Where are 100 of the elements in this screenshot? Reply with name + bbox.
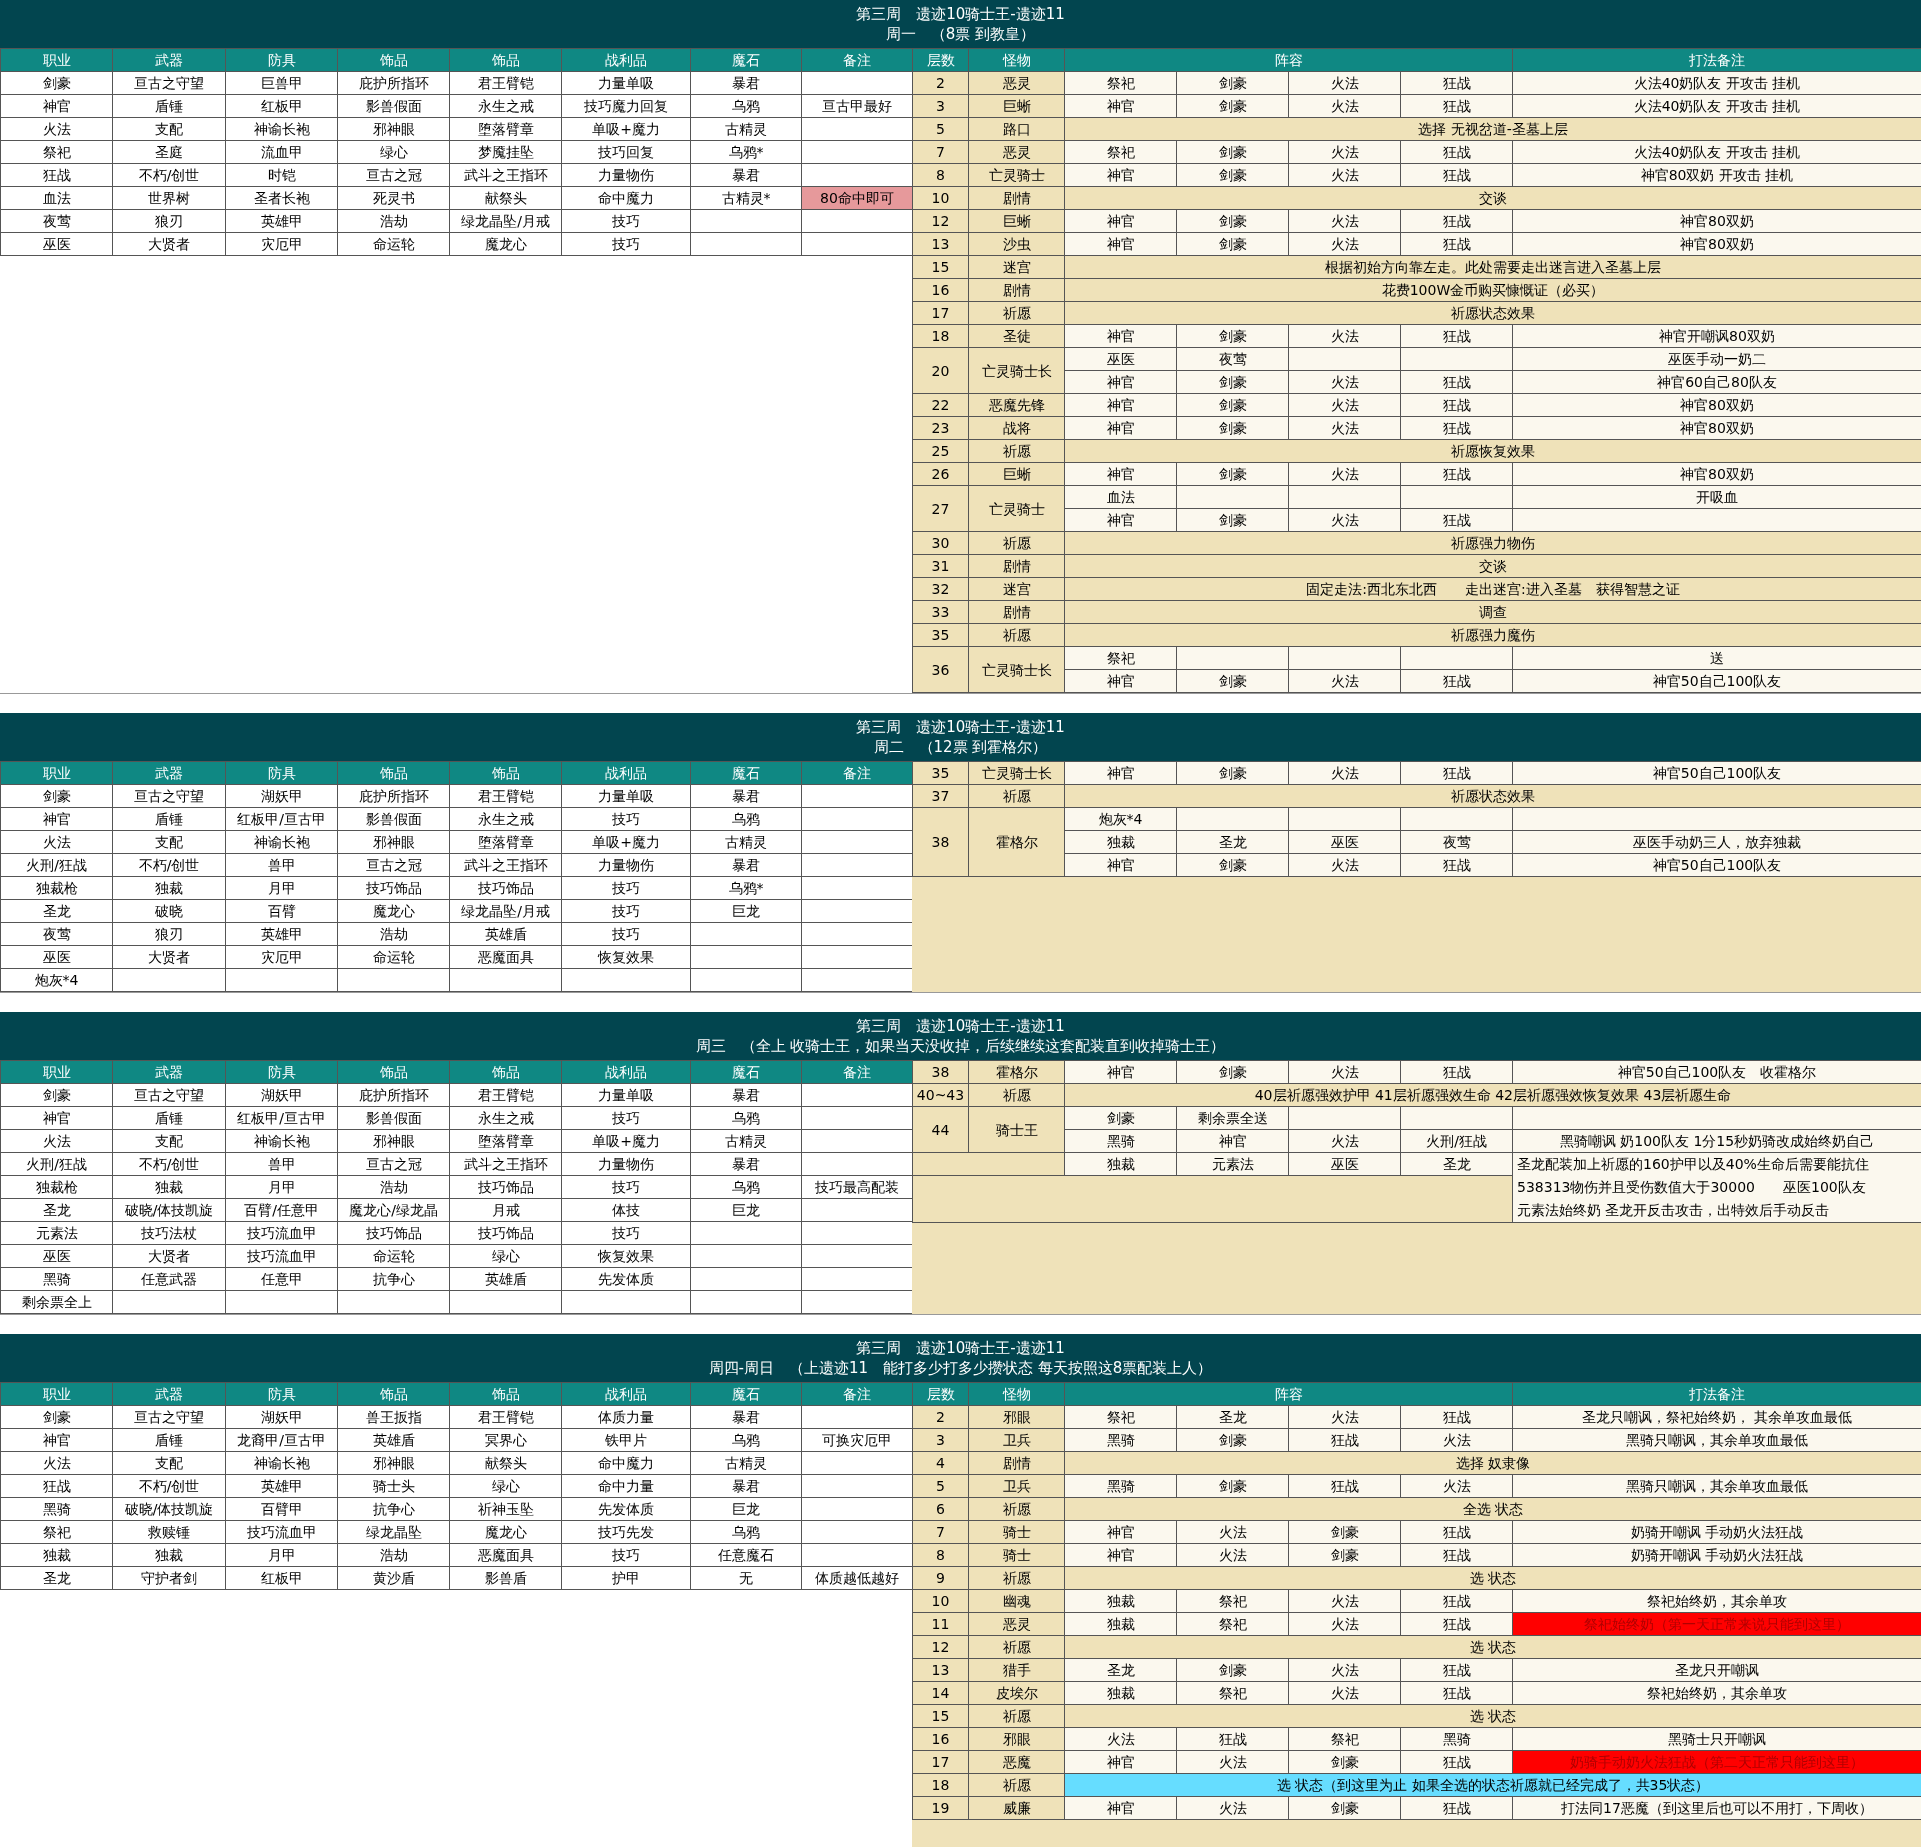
table-cell: 无 xyxy=(690,1566,802,1590)
table-cell: 技巧最高配装 xyxy=(801,1175,913,1199)
column-header: 饰品 xyxy=(449,48,562,72)
floor-cell: 10 xyxy=(912,1589,969,1613)
team-member-cell: 火法 xyxy=(1288,393,1401,417)
table-cell: 亘古之冠 xyxy=(337,163,450,187)
floor-cell: 18 xyxy=(912,1773,969,1797)
table-cell: 技巧饰品 xyxy=(337,876,450,900)
team-member-cell: 火法 xyxy=(1064,1727,1177,1751)
team-member-cell: 火法 xyxy=(1288,1681,1401,1705)
team-member-cell: 祭祀 xyxy=(1064,140,1177,164)
table-cell: 永生之戒 xyxy=(449,94,562,118)
floor-cell: 32 xyxy=(912,577,969,601)
strategy-note-cell: 火法40奶队友 开攻击 挂机 xyxy=(1512,94,1921,118)
team-member-cell: 火法 xyxy=(1288,416,1401,440)
team-member-cell: 剑豪 xyxy=(1176,209,1289,233)
table-cell: 兽甲 xyxy=(225,1152,338,1176)
column-header: 备注 xyxy=(801,1382,913,1406)
table-cell: 技巧饰品 xyxy=(449,1175,562,1199)
table-cell: 狼刃 xyxy=(112,922,226,946)
strategy-note-cell: 神官80双奶 xyxy=(1512,232,1921,256)
floor-cell: 8 xyxy=(912,163,969,187)
table-cell: 单吸+魔力 xyxy=(561,830,691,854)
team-member-cell: 狂战 xyxy=(1288,1474,1401,1498)
strategy-note-cell: 黑骑只嘲讽，其余单攻血最低 xyxy=(1512,1428,1921,1452)
strategy-note-cell: 祭祀始终奶，其余单攻 xyxy=(1512,1589,1921,1613)
table-cell: 兽王扳指 xyxy=(337,1405,450,1429)
strategy-note-cell: 祭祀始终奶（第一天正常来说只能到这里） xyxy=(1512,1612,1921,1636)
team-member-cell: 狂战 xyxy=(1400,209,1513,233)
table-cell: 夜莺 xyxy=(0,922,113,946)
team-member-cell: 神官 xyxy=(1064,163,1177,187)
team-member-cell: 狂战 xyxy=(1400,508,1513,532)
banner-cell: 交谈 xyxy=(1064,186,1921,210)
table-cell: 火法 xyxy=(0,1451,113,1475)
banner-cell: 选 状态 xyxy=(1064,1704,1921,1728)
table-cell: 亘古之守望 xyxy=(112,1083,226,1107)
strategy-note-cell: 打法同17恶魔（到这里后也可以不用打，下周收） xyxy=(1512,1796,1921,1820)
table-cell: 破晓/体技凯旋 xyxy=(112,1198,226,1222)
team-member-cell: 剑豪 xyxy=(1176,71,1289,95)
table-cell: 庇护所指环 xyxy=(337,71,450,95)
table-cell: 剑豪 xyxy=(0,1083,113,1107)
team-member-cell: 剑豪 xyxy=(1288,1796,1401,1820)
table-cell: 流血甲 xyxy=(225,140,338,164)
column-header: 武器 xyxy=(112,761,226,785)
floor-cell: 40~43 xyxy=(912,1083,969,1107)
table-cell: 体技 xyxy=(561,1198,691,1222)
column-header: 备注 xyxy=(801,761,913,785)
monster-cell: 骑士王 xyxy=(968,1106,1065,1153)
table-cell: 月甲 xyxy=(225,876,338,900)
table-cell: 任意武器 xyxy=(112,1267,226,1291)
floor-cell: 6 xyxy=(912,1497,969,1521)
sheet-title: 第三周 遗迹10骑士王-遗迹11 xyxy=(856,1016,1065,1036)
table-cell: 圣龙 xyxy=(0,1566,113,1590)
table-cell: 狂战 xyxy=(0,1474,113,1498)
table-cell: 技巧 xyxy=(561,899,691,923)
team-member-cell: 黑骑 xyxy=(1064,1474,1177,1498)
team-member-cell: 火法 xyxy=(1288,71,1401,95)
table-cell: 血法 xyxy=(0,186,113,210)
column-header: 武器 xyxy=(112,1382,226,1406)
table-cell: 技巧 xyxy=(561,1221,691,1245)
table-cell: 神谕长袍 xyxy=(225,1451,338,1475)
column-header: 战利品 xyxy=(561,48,691,72)
strategy-note-cell: 圣龙只嘲讽，祭祀始终奶， 其余单攻血最低 xyxy=(1512,1405,1921,1429)
table-cell: 祭祀 xyxy=(0,140,113,164)
column-header: 备注 xyxy=(801,1060,913,1084)
floor-cell: 3 xyxy=(912,1428,969,1452)
strategy-note-cell: 奶骑开嘲讽 手动奶火法狂战 xyxy=(1512,1543,1921,1567)
table-cell: 剑豪 xyxy=(0,1405,113,1429)
team-member-cell: 火法 xyxy=(1400,1428,1513,1452)
table-cell: 火法 xyxy=(0,117,113,141)
team-member-cell: 狂战 xyxy=(1400,324,1513,348)
table-cell: 君王臂铠 xyxy=(449,71,562,95)
table-cell: 圣者长袍 xyxy=(225,186,338,210)
strategy-note-cell: 神官50自己100队友 xyxy=(1512,853,1921,877)
table-cell: 先发体质 xyxy=(561,1497,691,1521)
table-cell: 神官 xyxy=(0,807,113,831)
banner-cell: 祈愿恢复效果 xyxy=(1064,439,1921,463)
table-cell: 技巧 xyxy=(561,807,691,831)
table-cell: 支配 xyxy=(112,830,226,854)
banner-cell: 固定走法:西北东北西 走出迷宫:进入圣墓 获得智慧之证 xyxy=(1064,577,1921,601)
team-member-cell: 神官 xyxy=(1064,853,1177,877)
table-cell: 乌鸦 xyxy=(690,1428,802,1452)
team-member-cell: 神官 xyxy=(1064,1543,1177,1567)
floor-cell: 20 xyxy=(912,347,969,394)
table-cell: 暴君 xyxy=(690,1083,802,1107)
floor-cell: 11 xyxy=(912,1612,969,1636)
column-header: 防具 xyxy=(225,761,338,785)
table-cell: 不朽/创世 xyxy=(112,1152,226,1176)
table-cell: 绿心 xyxy=(337,140,450,164)
table-cell: 技巧 xyxy=(561,232,691,256)
column-header: 职业 xyxy=(0,1382,113,1406)
team-member-cell: 火法 xyxy=(1176,1543,1289,1567)
table-cell: 英雄盾 xyxy=(449,1267,562,1291)
table-cell: 巨龙 xyxy=(690,1497,802,1521)
table-cell: 盾锤 xyxy=(112,94,226,118)
strategy-note-cell: 神官80双奶 xyxy=(1512,416,1921,440)
team-member-cell: 狂战 xyxy=(1400,761,1513,785)
table-cell: 巨龙 xyxy=(690,1198,802,1222)
table-cell: 剑豪 xyxy=(0,784,113,808)
team-member-cell: 神官 xyxy=(1064,508,1177,532)
